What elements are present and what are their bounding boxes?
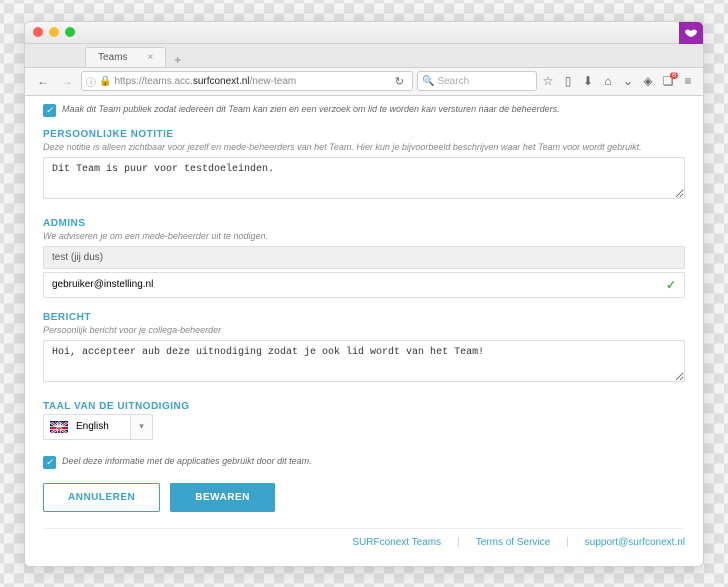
- personal-note-textarea[interactable]: [43, 157, 685, 199]
- message-title: BERICHT: [43, 312, 685, 323]
- admins-title: ADMINS: [43, 218, 685, 229]
- message-desc: Persoonlijk bericht voor je collega-behe…: [43, 325, 685, 335]
- share-info-row: ✓ Deel deze informatie met de applicatie…: [43, 456, 685, 469]
- valid-check-icon: ✓: [666, 278, 676, 292]
- button-row: ANNULEREN BEWAREN: [43, 483, 685, 512]
- page-content: ✓ Maak dit Team publiek zodat iedereen d…: [25, 96, 703, 566]
- extension-badge[interactable]: [679, 22, 703, 44]
- language-select[interactable]: English ▾: [43, 414, 153, 440]
- tab-teams[interactable]: Teams ×: [85, 47, 166, 67]
- tab-label: Teams: [98, 52, 127, 63]
- bookmark-icon[interactable]: ▯: [561, 74, 575, 88]
- forward-button[interactable]: →: [57, 71, 77, 91]
- admins-section: ADMINS We adviseren je om een mede-behee…: [43, 218, 685, 298]
- search-icon: 🔍: [422, 76, 434, 87]
- lock-icon: 🔒: [99, 76, 111, 87]
- admin-email-input[interactable]: [52, 279, 666, 290]
- admin-input-row: ✓: [43, 272, 685, 298]
- toolbar-icons: ☆ ▯ ⬇ ⌂ ⌄ ◈ ❏8 ≡: [541, 74, 695, 88]
- public-team-checkbox[interactable]: ✓: [43, 104, 56, 117]
- admins-desc: We adviseren je om een mede-beheerder ui…: [43, 231, 685, 241]
- titlebar: [25, 22, 703, 44]
- footer-separator: |: [457, 537, 460, 548]
- url-path: /new-team: [250, 76, 297, 87]
- minimize-window-button[interactable]: [49, 27, 59, 37]
- personal-note-desc: Deze notitie is alleen zichtbaar voor je…: [43, 142, 685, 152]
- notification-icon[interactable]: ❏8: [661, 74, 675, 88]
- download-icon[interactable]: ⬇: [581, 74, 595, 88]
- new-tab-button[interactable]: +: [166, 53, 189, 67]
- footer-separator: |: [566, 537, 569, 548]
- browser-window: Teams × + ← → ⓘ 🔒 https://teams.acc.surf…: [24, 21, 704, 567]
- language-title: TAAL VAN DE UITNODIGING: [43, 401, 685, 412]
- public-team-label: Maak dit Team publiek zodat iedereen dit…: [62, 104, 560, 114]
- pocket-icon[interactable]: ⌄: [621, 74, 635, 88]
- maximize-window-button[interactable]: [65, 27, 75, 37]
- star-icon[interactable]: ☆: [541, 74, 555, 88]
- tab-bar: Teams × +: [25, 44, 703, 68]
- url-text: https://teams.acc.surfconext.nl/new-team: [114, 76, 387, 87]
- close-window-button[interactable]: [33, 27, 43, 37]
- public-team-row: ✓ Maak dit Team publiek zodat iedereen d…: [43, 104, 685, 117]
- language-selected: English: [74, 421, 130, 432]
- shield-icon[interactable]: ◈: [641, 74, 655, 88]
- uk-flag-icon: [50, 421, 68, 433]
- url-prefix: https://teams.acc.: [114, 76, 192, 87]
- chevron-down-icon: ▾: [130, 415, 152, 439]
- search-placeholder: Search: [437, 76, 469, 87]
- footer-link-tos[interactable]: Terms of Service: [476, 537, 550, 548]
- traffic-lights: [33, 27, 75, 37]
- cancel-button[interactable]: ANNULEREN: [43, 483, 160, 512]
- message-section: BERICHT Persoonlijk bericht voor je coll…: [43, 312, 685, 387]
- search-bar[interactable]: 🔍 Search: [417, 71, 537, 91]
- share-info-checkbox[interactable]: ✓: [43, 456, 56, 469]
- footer-link-teams[interactable]: SURFconext Teams: [352, 537, 441, 548]
- share-info-label: Deel deze informatie met de applicaties …: [62, 456, 312, 466]
- save-button[interactable]: BEWAREN: [170, 483, 275, 512]
- tab-close-icon[interactable]: ×: [147, 52, 153, 63]
- back-button[interactable]: ←: [33, 71, 53, 91]
- footer-link-support[interactable]: support@surfconext.nl: [585, 537, 685, 548]
- personal-note-title: PERSOONLIJKE NOTITIE: [43, 129, 685, 140]
- url-domain: surfconext.nl: [193, 76, 250, 87]
- footer: SURFconext Teams | Terms of Service | su…: [43, 528, 685, 548]
- info-icon: ⓘ: [86, 74, 96, 89]
- personal-note-section: PERSOONLIJKE NOTITIE Deze notitie is all…: [43, 129, 685, 204]
- home-icon[interactable]: ⌂: [601, 74, 615, 88]
- refresh-button[interactable]: ↻: [391, 75, 408, 88]
- message-textarea[interactable]: [43, 340, 685, 382]
- url-bar[interactable]: ⓘ 🔒 https://teams.acc.surfconext.nl/new-…: [81, 71, 413, 91]
- menu-icon[interactable]: ≡: [681, 74, 695, 88]
- toolbar: ← → ⓘ 🔒 https://teams.acc.surfconext.nl/…: [25, 68, 703, 96]
- admin-current: test (jij dus): [43, 246, 685, 269]
- language-section: TAAL VAN DE UITNODIGING English ▾: [43, 401, 685, 440]
